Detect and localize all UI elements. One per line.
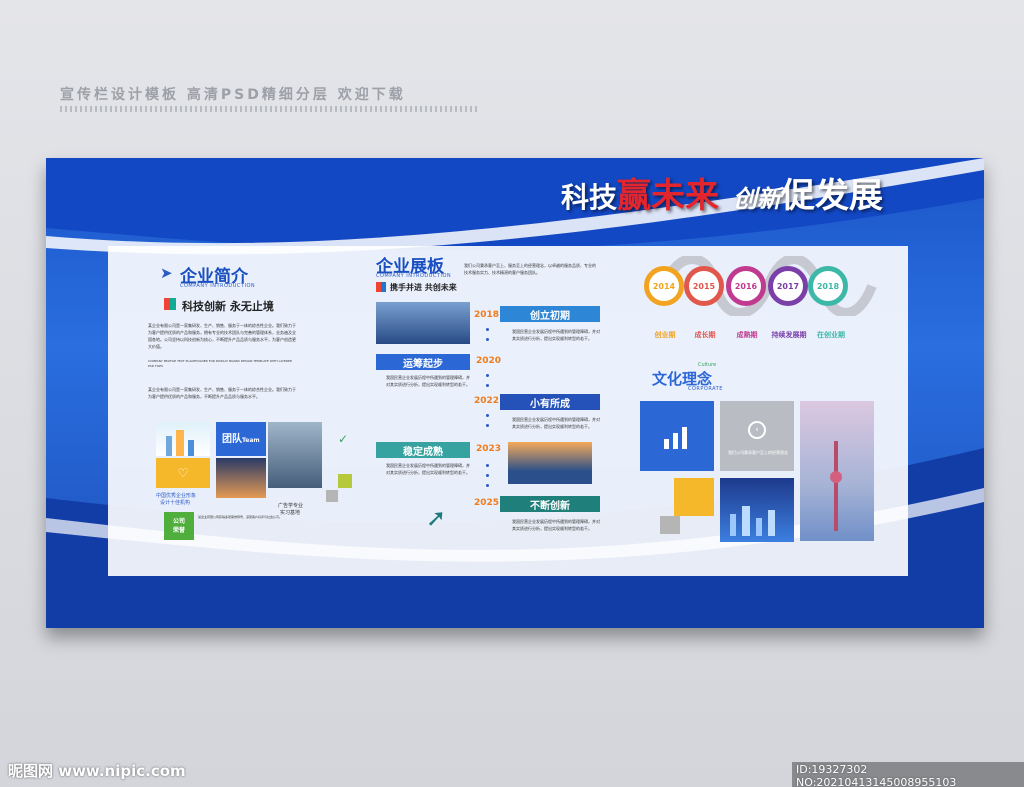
milestone-text-2018: 我国民营企业发展历程中所遇到的管理障碍，并对其实质进行分析，提出实现顺利转型的若…: [512, 329, 600, 341]
honor-text: 某企业有限公司获得多项荣誉称号，深受客户好评与社会认可。: [198, 515, 283, 519]
ad-caption-1: 广告学专业: [278, 503, 304, 509]
bird-icon: ✓: [338, 432, 349, 446]
milestone-text-2025: 我国民营企业发展历程中所遇到的管理障碍，并对其实质进行分析，提出实现顺利转型的若…: [512, 519, 600, 531]
deco-square-gray-2: [660, 516, 680, 534]
year-2018: 2018: [474, 310, 500, 320]
milestone-label-2023: 稳定成熟: [376, 442, 470, 458]
honor-label-2: 荣誉: [172, 527, 185, 534]
exhibit-title-en: COMPANY INTRODUCTION: [376, 273, 452, 279]
slogan-part1: 科技: [561, 181, 618, 214]
milestone-text-2023: 我国民营企业发展历程中所遇到的管理障碍，并对其实质进行分析，提出实现顺利转型的若…: [386, 463, 470, 475]
team-tile: 团队Team: [216, 422, 266, 456]
growth-arrow-icon: ➚: [426, 504, 447, 532]
bar-chart-icon: [664, 427, 687, 449]
tower-photo: [800, 401, 874, 541]
year-2025: 2025: [474, 498, 500, 508]
deco-square-gray: [326, 490, 338, 502]
main-slogan: 科技赢未来 创新促发展: [561, 168, 883, 217]
timeline-year-2014: 2014: [644, 266, 684, 306]
exhibit-intro-text: 我们公司秉承客户至上、服务至上的经营理念，以卓越的服务品质、专业的技术服务实力、…: [464, 263, 596, 275]
timeline-year-2018: 2018: [808, 266, 848, 306]
building-photo: [268, 422, 322, 488]
brand-caption-1: 中国优秀企业形象: [156, 493, 197, 499]
slogan-part2: 赢未来: [617, 176, 720, 216]
intro-body-2: COMPANY PROFILE TEXT PLACEHOLDER FOR DIS…: [148, 359, 293, 368]
city-illustration: [156, 422, 210, 456]
milestone-label-2020: 运筹起步: [376, 354, 470, 370]
slogan-part4: 促发展: [781, 176, 884, 216]
team-label: 团队: [222, 434, 242, 445]
arrow-icon: ➤: [160, 264, 173, 282]
deco-square-green: [338, 474, 352, 488]
brand-caption-2: 设计十佳机构: [160, 500, 191, 506]
logo-icon: [164, 298, 176, 310]
sunset-photo: [508, 442, 592, 484]
culture-caption: 我们公司秉承客户至上的经营理念: [728, 450, 788, 455]
intro-body-1: 某企业有限公司是一家集研发、生产、销售、服务于一体的综合性企业。我们致力于为客户…: [148, 323, 296, 349]
header-divider: [60, 106, 480, 112]
template-header: 宣传栏设计模板 高清PSD精细分层 欢迎下载: [60, 87, 406, 103]
content-panel: ➤ 企业简介 COMPANY INTRODUCTION 科技创新 永无止境 某企…: [108, 246, 908, 576]
skyline-photo: [720, 478, 794, 542]
exhibit-logo-icon: [376, 282, 386, 292]
milestone-label-2018: 创立初期: [500, 306, 600, 322]
year-2020: 2020: [476, 356, 502, 366]
team-label-en: Team: [242, 437, 260, 444]
honor-badge: 公司 荣誉: [164, 512, 194, 540]
timeline-year-2016: 2016: [726, 266, 766, 306]
watermark-left: 昵图网 www.nipic.com: [8, 762, 186, 780]
watermark-right: ID:19327302 NO:20210413145008955103: [792, 762, 1024, 787]
intro-body-3: 某企业有限公司是一家集研发、生产、销售、服务于一体的综合性企业。我们致力于为客户…: [148, 387, 296, 399]
milestone-text-2020: 我国民营企业发展历程中所遇到的管理障碍，并对其实质进行分析，提出实现顺利转型的若…: [386, 375, 470, 387]
milestone-label-2025: 不断创新: [500, 496, 600, 512]
honor-label-1: 公司: [172, 518, 185, 525]
slogan-part3: 创新: [733, 184, 782, 213]
culture-corporate-en: CORPORATE: [688, 386, 723, 392]
milestone-label-2022: 小有所成: [500, 394, 600, 410]
intro-title-en: COMPANY INTRODUCTION: [180, 283, 256, 289]
lake-city-photo: [376, 302, 470, 344]
chart-tile: [640, 401, 714, 471]
milestone-text-2022: 我国民营企业发展历程中所遇到的管理障碍，并对其实质进行分析，提出实现顺利转型的若…: [512, 417, 600, 429]
back-arrow-icon: ‹: [748, 421, 766, 439]
display-board: 科技赢未来 创新促发展 ➤ 企业简介 COMPANY INTRODUCTION 科…: [46, 158, 984, 628]
deco-square-yellow: [674, 478, 714, 516]
year-2022: 2022: [474, 396, 500, 406]
heart-icon: ♡: [156, 458, 210, 488]
stage-5: 在创业期: [817, 331, 845, 339]
timeline-year-2017: 2017: [768, 266, 808, 306]
night-city-photo: [216, 458, 266, 498]
year-2023: 2023: [476, 444, 502, 454]
intro-subtitle: 科技创新 永无止境: [182, 300, 274, 313]
exhibit-subtitle: 携手并进 共创未来: [390, 283, 457, 292]
timeline-year-2015: 2015: [684, 266, 724, 306]
arrow-tile: ‹ 我们公司秉承客户至上的经营理念: [720, 401, 794, 471]
